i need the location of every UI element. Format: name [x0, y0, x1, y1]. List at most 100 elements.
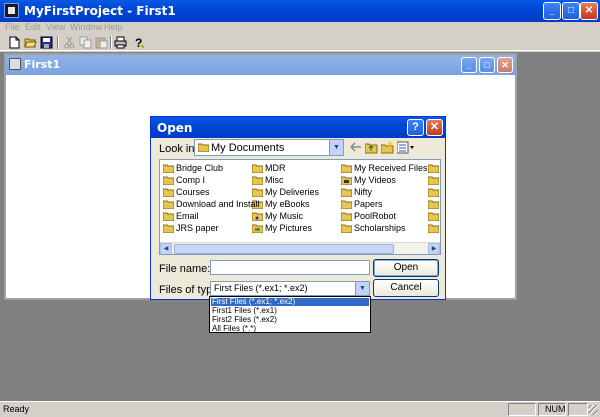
file-list-item[interactable]: V	[427, 223, 440, 234]
file-list-item[interactable]: MDR	[251, 163, 286, 174]
video-folder-icon	[340, 176, 353, 188]
file-type-dropdown-list: First Files (*.ex1; *.ex2) First1 Files …	[209, 296, 371, 333]
dialog-close-button[interactable]: ✕	[426, 119, 443, 136]
menu-help[interactable]: Help	[104, 22, 123, 32]
file-list-item[interactable]: Nifty	[340, 187, 372, 198]
file-type-option[interactable]: First Files (*.ex1; *.ex2)	[211, 298, 369, 306]
folder-icon	[162, 164, 175, 176]
child-titlebar[interactable]: First1 _ □ ✕	[6, 55, 515, 75]
file-list-item[interactable]: Misc	[251, 175, 284, 186]
app-icon[interactable]	[4, 3, 19, 18]
file-list-item[interactable]: S	[427, 163, 440, 176]
save-icon[interactable]	[40, 36, 53, 49]
file-list[interactable]: VTTTSSScholarshipsPoolRobotPapersNiftyMy…	[159, 159, 441, 255]
files-of-type-combo[interactable]: First Files (*.ex1; *.ex2) ▼	[210, 281, 370, 296]
dialog-help-button[interactable]: ?	[407, 119, 424, 136]
look-in-combo[interactable]: My Documents ▼	[194, 139, 344, 156]
menu-view[interactable]: View	[46, 22, 65, 32]
back-icon[interactable]	[349, 141, 362, 154]
file-list-item[interactable]: Comp I	[162, 175, 205, 188]
file-list-item[interactable]: T	[427, 211, 440, 222]
print-icon[interactable]	[114, 36, 127, 49]
file-list-item[interactable]: T	[427, 187, 440, 200]
child-maximize-button[interactable]: □	[479, 57, 495, 73]
view-menu-icon[interactable]	[396, 141, 415, 154]
chevron-down-icon[interactable]: ▼	[329, 140, 343, 155]
file-type-option[interactable]: First2 Files (*.ex2)	[211, 316, 369, 324]
file-list-item[interactable]: My eBooks	[251, 199, 310, 210]
look-in-label: Look in:	[159, 143, 198, 155]
file-list-item[interactable]: My Videos	[340, 175, 396, 188]
document-icon[interactable]	[9, 58, 21, 70]
folder-icon	[340, 224, 353, 236]
file-list-item-label: Papers	[354, 199, 383, 209]
menu-file[interactable]: File	[5, 22, 20, 32]
file-list-item-label: PoolRobot	[354, 211, 397, 221]
file-list-item[interactable]: Download and Install	[162, 199, 260, 210]
file-list-item[interactable]: PoolRobot	[340, 211, 397, 222]
resize-grip[interactable]	[588, 405, 598, 415]
folder-icon	[427, 188, 440, 200]
file-list-item[interactable]: T	[427, 199, 440, 212]
cut-icon[interactable]	[63, 36, 76, 49]
folder-icon	[340, 200, 353, 212]
paste-icon[interactable]	[95, 36, 108, 49]
num-lock-indicator: NUM	[538, 403, 566, 416]
up-folder-icon[interactable]	[364, 141, 378, 154]
file-list-item[interactable]: My Received Files	[340, 163, 428, 174]
file-list-item[interactable]: S	[427, 175, 440, 186]
dialog-title: Open	[157, 121, 193, 135]
file-name-label: File name:	[159, 263, 211, 275]
music-folder-icon	[251, 212, 264, 224]
file-list-item[interactable]: Papers	[340, 199, 383, 212]
minimize-button[interactable]: _	[543, 2, 561, 20]
child-minimize-button[interactable]: _	[461, 57, 477, 73]
file-name-input[interactable]	[210, 260, 370, 275]
app-titlebar[interactable]: MyFirstProject - First1 _ □ ✕	[0, 0, 600, 22]
file-list-item-label: Misc	[265, 175, 284, 185]
svg-text:?: ?	[135, 36, 142, 49]
statusbar: Ready NUM	[0, 401, 600, 417]
file-list-item[interactable]: My Pictures	[251, 223, 312, 234]
file-list-item[interactable]: Email	[162, 211, 199, 224]
file-type-option[interactable]: First1 Files (*.ex1)	[211, 307, 369, 315]
menu-window[interactable]: Window	[70, 22, 102, 32]
file-list-item[interactable]: Courses	[162, 187, 210, 198]
file-list-item-label: MDR	[265, 163, 286, 173]
open-button[interactable]: Open	[373, 259, 439, 277]
look-in-value: My Documents	[211, 142, 285, 154]
file-list-item-label: My eBooks	[265, 199, 310, 209]
main-window: MyFirstProject - First1 _ □ ✕ File Edit …	[0, 0, 600, 417]
cancel-button[interactable]: Cancel	[373, 279, 439, 297]
scroll-right-icon[interactable]: ▶	[428, 243, 440, 254]
file-list-item[interactable]: Scholarships	[340, 223, 406, 236]
new-folder-icon[interactable]	[380, 141, 394, 154]
menu-edit[interactable]: Edit	[25, 22, 41, 32]
file-list-item[interactable]: JRS paper	[162, 223, 219, 236]
dialog-titlebar[interactable]: Open ? ✕	[151, 117, 445, 138]
file-list-item-label: Courses	[176, 187, 210, 197]
open-folder-icon[interactable]	[24, 36, 37, 49]
folder-icon	[162, 176, 175, 188]
folder-icon	[162, 212, 175, 224]
file-type-option[interactable]: All Files (*.*)	[211, 325, 369, 333]
file-list-item-label: Nifty	[354, 187, 372, 197]
file-list-item[interactable]: My Deliveries	[251, 187, 319, 198]
maximize-button[interactable]: □	[562, 2, 580, 20]
folder-icon	[427, 164, 440, 176]
close-button[interactable]: ✕	[580, 2, 598, 20]
help-icon[interactable]: ?	[132, 36, 145, 49]
horizontal-scrollbar[interactable]: ◀ ▶	[160, 242, 440, 254]
child-title: First1	[24, 58, 61, 71]
scroll-left-icon[interactable]: ◀	[160, 243, 172, 254]
folder-icon	[162, 224, 175, 236]
folder-icon	[427, 200, 440, 212]
chevron-down-icon[interactable]: ▼	[355, 282, 369, 295]
new-icon[interactable]	[8, 36, 21, 49]
scroll-thumb[interactable]	[174, 244, 394, 254]
child-close-button[interactable]: ✕	[497, 57, 513, 73]
copy-icon[interactable]	[79, 36, 92, 49]
file-list-item[interactable]: Bridge Club	[162, 163, 223, 176]
file-list-item[interactable]: My Music	[251, 211, 303, 224]
file-list-item-label: My Music	[265, 211, 303, 221]
